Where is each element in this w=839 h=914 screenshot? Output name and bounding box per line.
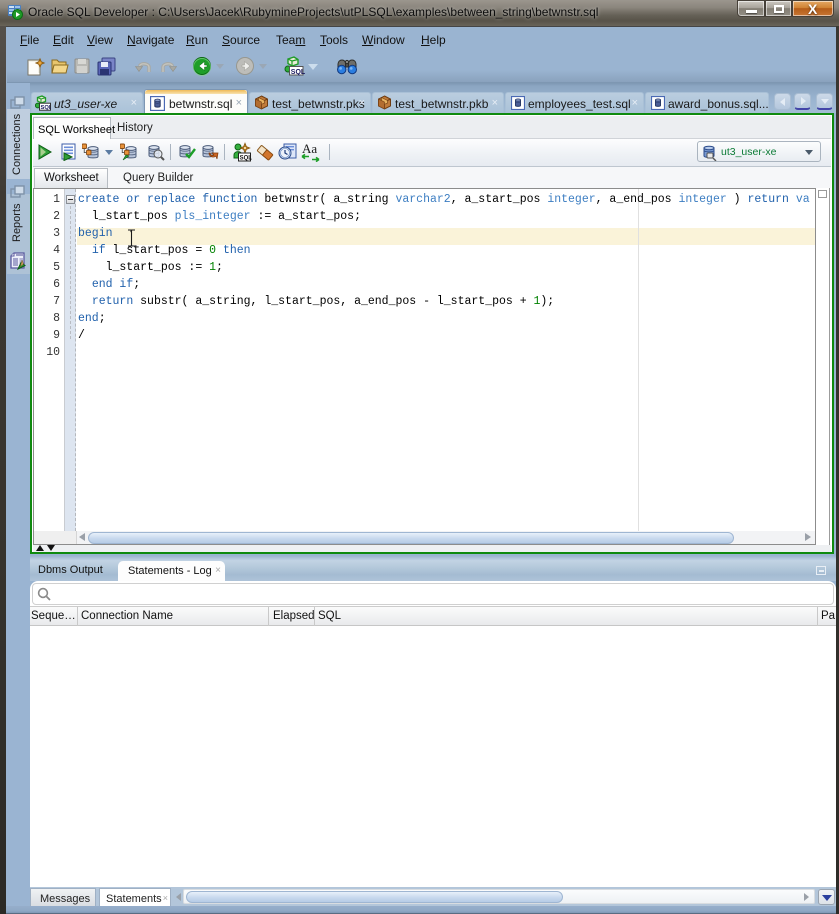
svg-text:SQL: SQL (240, 156, 253, 162)
svg-text:SQL: SQL (291, 69, 306, 76)
svg-text:Aa: Aa (302, 142, 317, 156)
